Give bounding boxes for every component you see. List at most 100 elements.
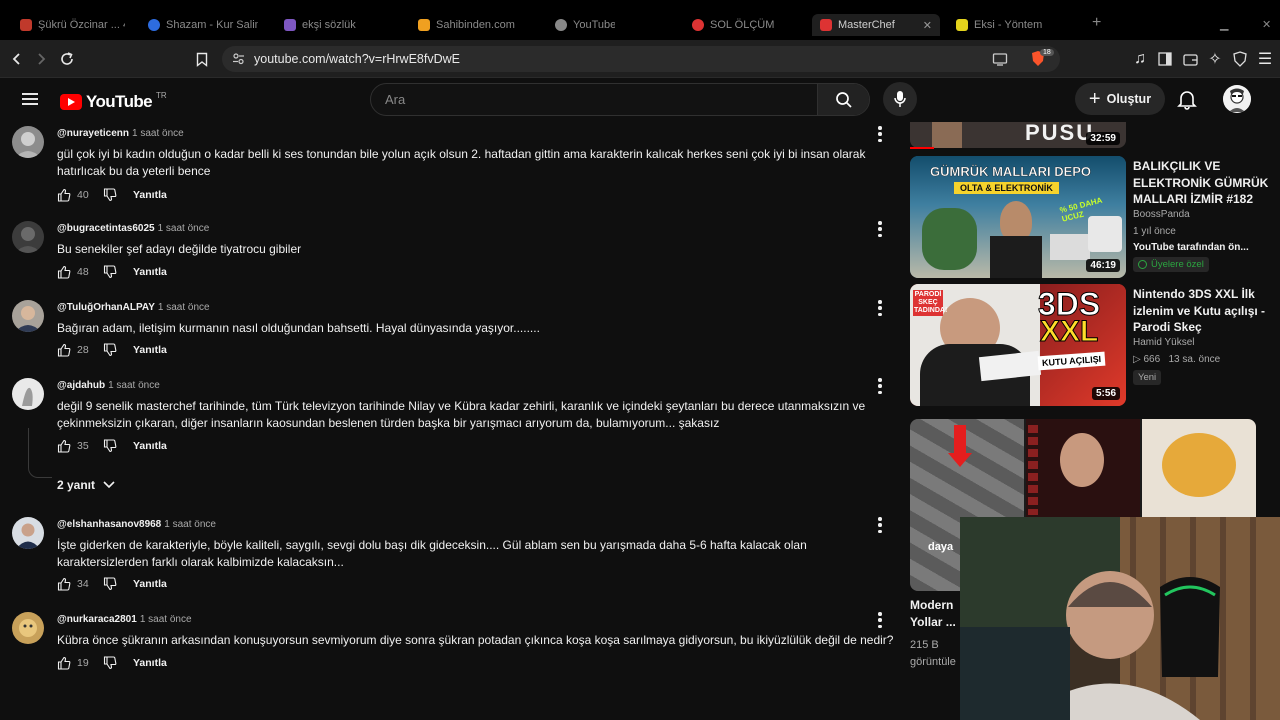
dislike-icon[interactable] <box>103 577 117 591</box>
comment-time[interactable]: 1 saat önce <box>158 223 210 234</box>
recommended-video[interactable]: GÜMRÜK MALLARI DEPO OLTA & ELEKTRONİK % … <box>910 156 1280 281</box>
comment-more-icon[interactable] <box>876 378 884 394</box>
comment-time[interactable]: 1 saat önce <box>164 519 216 530</box>
tab-favicon-icon <box>284 19 296 31</box>
reply-button[interactable]: Yanıtla <box>133 344 167 356</box>
back-icon[interactable] <box>7 49 27 69</box>
reply-button[interactable]: Yanıtla <box>133 578 167 590</box>
like-icon[interactable] <box>57 656 71 670</box>
dislike-icon[interactable] <box>103 188 117 202</box>
comment-author[interactable]: @TuluğOrhanALPAY 1 saat önce <box>57 302 210 313</box>
new-tab-icon[interactable]: + <box>1092 14 1101 32</box>
dislike-icon[interactable] <box>103 265 117 279</box>
comment-text: değil 9 senelik masterchef tarihinde, tü… <box>57 399 866 430</box>
browser-tab[interactable]: YouTube <box>555 14 615 36</box>
comment-item: @nurayeticenn 1 saat önce gül çok iyi bi … <box>0 124 900 204</box>
account-avatar[interactable] <box>1223 85 1251 113</box>
comment-author[interactable]: @nurkaraca2801 1 saat önce <box>57 614 192 625</box>
recommended-video-partial[interactable]: PUSU 32:59 <box>910 122 1126 149</box>
video-thumbnail[interactable]: GÜMRÜK MALLARI DEPO OLTA & ELEKTRONİK % … <box>910 156 1126 278</box>
dislike-icon[interactable] <box>103 343 117 357</box>
dislike-icon[interactable] <box>103 439 117 453</box>
minimize-icon[interactable]: ▁ <box>1220 18 1228 31</box>
reload-icon[interactable] <box>57 49 77 69</box>
cast-icon[interactable] <box>990 49 1010 69</box>
commenter-avatar[interactable] <box>12 126 44 158</box>
recommended-video[interactable]: PARODİ SKEÇ TADINDA! 3DS XXL KUTU AÇILIŞ… <box>910 284 1280 409</box>
reply-button[interactable]: Yanıtla <box>133 266 167 278</box>
notifications-bell-icon[interactable] <box>1176 88 1200 112</box>
forward-icon[interactable] <box>31 49 51 69</box>
sidebar-toggle-icon[interactable] <box>1155 49 1175 69</box>
menu-icon[interactable]: ☰ <box>1255 49 1275 69</box>
comment-author[interactable]: @nurayeticenn 1 saat önce <box>57 128 184 139</box>
browser-tab[interactable]: Şükrü Özcinar ... 4 saat <box>20 14 125 36</box>
like-icon[interactable] <box>57 577 71 591</box>
close-window-icon[interactable]: ✕ <box>1262 18 1271 31</box>
search-button[interactable] <box>817 84 869 115</box>
site-settings-icon[interactable] <box>232 52 245 70</box>
comment-time[interactable]: 1 saat önce <box>158 302 210 313</box>
browser-tab[interactable]: Sahibinden.com <box>418 14 523 36</box>
comment-more-icon[interactable] <box>876 612 884 628</box>
thumbnail-shape <box>1050 234 1090 260</box>
thumbnail-text: OLTA & ELEKTRONİK <box>954 182 1059 194</box>
comment-more-icon[interactable] <box>876 300 884 316</box>
youtube-logo[interactable]: YouTube TR <box>60 91 167 112</box>
browser-tab-active[interactable]: MasterChef ✕ <box>812 14 940 36</box>
reply-button[interactable]: Yanıtla <box>133 440 167 452</box>
voice-search-button[interactable] <box>883 82 917 116</box>
browser-tab[interactable]: Eksi - Yöntem <box>956 14 1071 36</box>
wallet-icon[interactable] <box>1180 49 1200 69</box>
comment-time[interactable]: 1 saat önce <box>140 614 192 625</box>
commenter-avatar[interactable] <box>12 612 44 644</box>
comment-author[interactable]: @bugracetintas6025 1 saat önce <box>57 223 209 234</box>
bookmark-icon[interactable] <box>192 49 212 69</box>
comment-item: @TuluğOrhanALPAY 1 saat önce Bağıran adam… <box>0 298 900 362</box>
channel-name[interactable]: Hamid Yüksel <box>1133 337 1195 348</box>
comment-author[interactable]: @elshanhasanov8968 1 saat önce <box>57 519 216 530</box>
commenter-avatar[interactable] <box>12 378 44 410</box>
like-icon[interactable] <box>57 188 71 202</box>
comment-more-icon[interactable] <box>876 221 884 237</box>
like-icon[interactable] <box>57 265 71 279</box>
browser-tab[interactable]: SOL ÖLÇÜM <box>692 14 792 36</box>
reply-button[interactable]: Yanıtla <box>133 189 167 201</box>
like-icon[interactable] <box>57 439 71 453</box>
video-title[interactable]: Nintendo 3DS XXL İlk izlenim ve Kutu açı… <box>1133 286 1278 336</box>
thumbnail-text: PARODİ SKEÇ TADINDA! <box>913 290 948 316</box>
comment-more-icon[interactable] <box>876 517 884 533</box>
video-thumbnail[interactable]: PARODİ SKEÇ TADINDA! 3DS XXL KUTU AÇILIŞ… <box>910 284 1126 406</box>
vpn-icon[interactable] <box>1230 49 1250 69</box>
channel-name[interactable]: BoossPanda <box>1133 209 1190 220</box>
comment-time[interactable]: 1 saat önce <box>132 128 184 139</box>
comment-actions: 40 Yanıtla <box>57 187 167 203</box>
reply-thread-line <box>28 428 52 478</box>
search-input[interactable] <box>371 84 818 115</box>
video-thumbnail[interactable]: PUSU 32:59 <box>910 122 1126 148</box>
comment-more-icon[interactable] <box>876 126 884 142</box>
comment-text: Bu senekiler şef adayı değilde tiyatrocu… <box>57 242 302 256</box>
members-icon <box>1138 260 1147 269</box>
leo-ai-icon[interactable]: ✧ <box>1205 49 1225 69</box>
video-title[interactable]: BALIKÇILIK VE ELEKTRONİK GÜMRÜK MALLARI … <box>1133 158 1278 208</box>
tab-close-icon[interactable]: ✕ <box>923 19 932 32</box>
comment-author[interactable]: @ajdahub 1 saat önce <box>57 380 160 391</box>
reply-button[interactable]: Yanıtla <box>133 657 167 669</box>
commenter-avatar[interactable] <box>12 221 44 253</box>
video-extra: YouTube tarafından ön... <box>1133 242 1249 253</box>
browser-tab[interactable]: Shazam - Kur Salim <box>148 14 258 36</box>
show-replies-button[interactable]: 2 yanıt <box>57 478 115 492</box>
commenter-avatar[interactable] <box>12 517 44 549</box>
like-icon[interactable] <box>57 343 71 357</box>
comment-actions: 48 Yanıtla <box>57 264 167 280</box>
dislike-icon[interactable] <box>103 656 117 670</box>
commenter-avatar[interactable] <box>12 300 44 332</box>
browser-tab[interactable]: ekşi sözlük <box>284 14 359 36</box>
url-field[interactable]: youtube.com/watch?v=rHrwE8fvDwE <box>222 46 1060 72</box>
create-button[interactable]: + Oluştur <box>1075 83 1165 115</box>
comment-time[interactable]: 1 saat önce <box>108 380 160 391</box>
media-icon[interactable]: ♫ <box>1130 49 1150 69</box>
hamburger-menu-icon[interactable] <box>20 90 40 113</box>
thumbnail-arrow-shape <box>954 425 966 455</box>
